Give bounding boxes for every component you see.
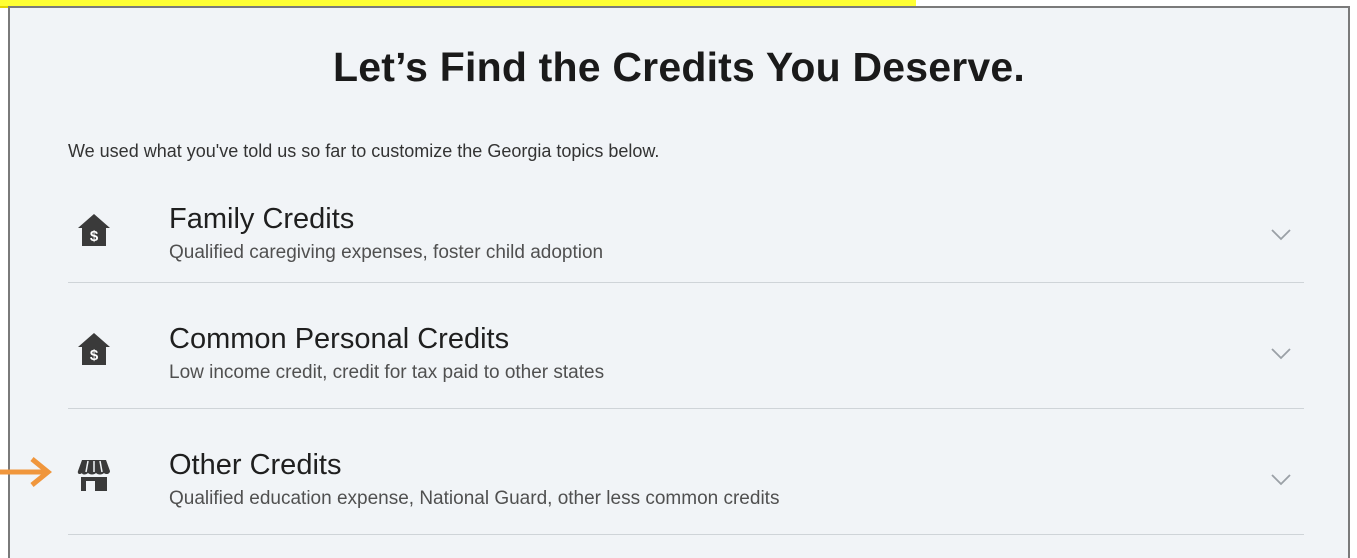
credit-item-text: Common Personal Credits Low income credi… bbox=[169, 320, 604, 384]
credits-list: $ Family Credits Qualified caregiving ex… bbox=[68, 188, 1304, 535]
credit-item-text: Other Credits Qualified education expens… bbox=[169, 446, 779, 510]
annotation-arrow-icon bbox=[0, 457, 52, 487]
credit-item-label: Other Credits bbox=[169, 449, 342, 481]
credit-item-description: Qualified education expense, National Gu… bbox=[169, 488, 780, 509]
credit-item-description: Low income credit, credit for tax paid t… bbox=[169, 362, 605, 383]
page-subtitle: We used what you've told us so far to cu… bbox=[68, 141, 660, 161]
svg-text:$: $ bbox=[90, 347, 99, 364]
credit-item-other[interactable]: Other Credits Qualified education expens… bbox=[68, 409, 1304, 535]
chevron-down-icon[interactable] bbox=[1270, 228, 1292, 242]
house-dollar-icon: $ bbox=[78, 333, 110, 365]
chevron-down-icon[interactable] bbox=[1270, 347, 1292, 361]
credits-panel: Let’s Find the Credits You Deserve. We u… bbox=[8, 6, 1350, 558]
credit-item-description: Qualified caregiving expenses, foster ch… bbox=[169, 242, 604, 263]
storefront-icon bbox=[77, 460, 110, 491]
credit-item-family[interactable]: $ Family Credits Qualified caregiving ex… bbox=[68, 188, 1304, 283]
svg-text:$: $ bbox=[90, 228, 99, 245]
page-title: Let’s Find the Credits You Deserve. bbox=[332, 44, 1026, 90]
chevron-down-icon[interactable] bbox=[1270, 473, 1292, 487]
credit-item-label: Family Credits bbox=[169, 203, 355, 235]
credit-item-label: Common Personal Credits bbox=[169, 323, 510, 355]
credit-item-common-personal[interactable]: $ Common Personal Credits Low income cre… bbox=[68, 283, 1304, 409]
house-dollar-icon: $ bbox=[78, 214, 110, 246]
credit-item-text: Family Credits Qualified caregiving expe… bbox=[169, 200, 603, 264]
